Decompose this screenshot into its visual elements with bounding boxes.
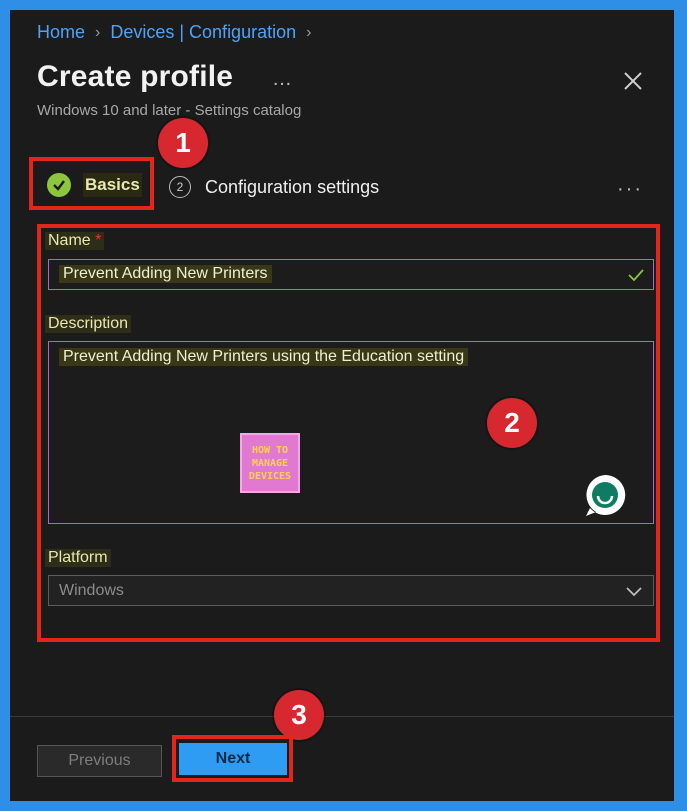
how-to-manage-devices-logo: HOW TO MANAGE DEVICES bbox=[240, 433, 300, 493]
chevron-right-icon: › bbox=[306, 23, 312, 41]
annotation-badge-1: 1 bbox=[158, 118, 208, 168]
page-title: Create profile bbox=[37, 60, 234, 93]
close-icon[interactable] bbox=[622, 70, 644, 92]
previous-button[interactable]: Previous bbox=[37, 745, 162, 777]
chat-bubble-icon[interactable] bbox=[582, 472, 628, 518]
tab-basics[interactable]: Basics bbox=[47, 173, 142, 197]
valid-check-icon bbox=[628, 269, 644, 282]
create-profile-panel: Home › Devices | Configuration › Create … bbox=[10, 10, 674, 801]
breadcrumb-home-link[interactable]: Home bbox=[37, 22, 85, 43]
tab-configuration-settings-label: Configuration settings bbox=[205, 176, 380, 197]
steps-more-button[interactable]: ··· bbox=[617, 178, 643, 201]
tab-configuration-settings[interactable]: 2 Configuration settings bbox=[169, 176, 379, 198]
description-field[interactable]: Prevent Adding New Printers using the Ed… bbox=[48, 341, 654, 524]
annotation-badge-3: 3 bbox=[274, 690, 324, 740]
breadcrumb: Home › Devices | Configuration › bbox=[37, 22, 311, 43]
name-field[interactable]: Prevent Adding New Printers bbox=[48, 259, 654, 290]
required-mark: * bbox=[95, 232, 102, 249]
description-field-value: Prevent Adding New Printers using the Ed… bbox=[59, 348, 469, 366]
footer-divider bbox=[10, 716, 674, 717]
breadcrumb-devices-configuration-link[interactable]: Devices | Configuration bbox=[110, 22, 296, 43]
annotation-badge-2: 2 bbox=[487, 398, 537, 448]
check-circle-icon bbox=[47, 173, 71, 197]
platform-select-value: Windows bbox=[59, 582, 124, 599]
more-options-button[interactable]: … bbox=[272, 68, 293, 91]
chevron-down-icon bbox=[626, 587, 642, 597]
tab-basics-label: Basics bbox=[83, 173, 142, 197]
page-subtitle: Windows 10 and later - Settings catalog bbox=[37, 102, 302, 119]
platform-select[interactable]: Windows bbox=[48, 575, 654, 606]
next-button[interactable]: Next bbox=[179, 743, 287, 775]
description-label: Description bbox=[45, 315, 132, 333]
name-field-value: Prevent Adding New Printers bbox=[59, 265, 272, 283]
name-label: Name * bbox=[45, 232, 105, 250]
chevron-right-icon: › bbox=[95, 23, 101, 41]
step-number-badge: 2 bbox=[169, 176, 191, 198]
platform-label: Platform bbox=[45, 549, 111, 567]
